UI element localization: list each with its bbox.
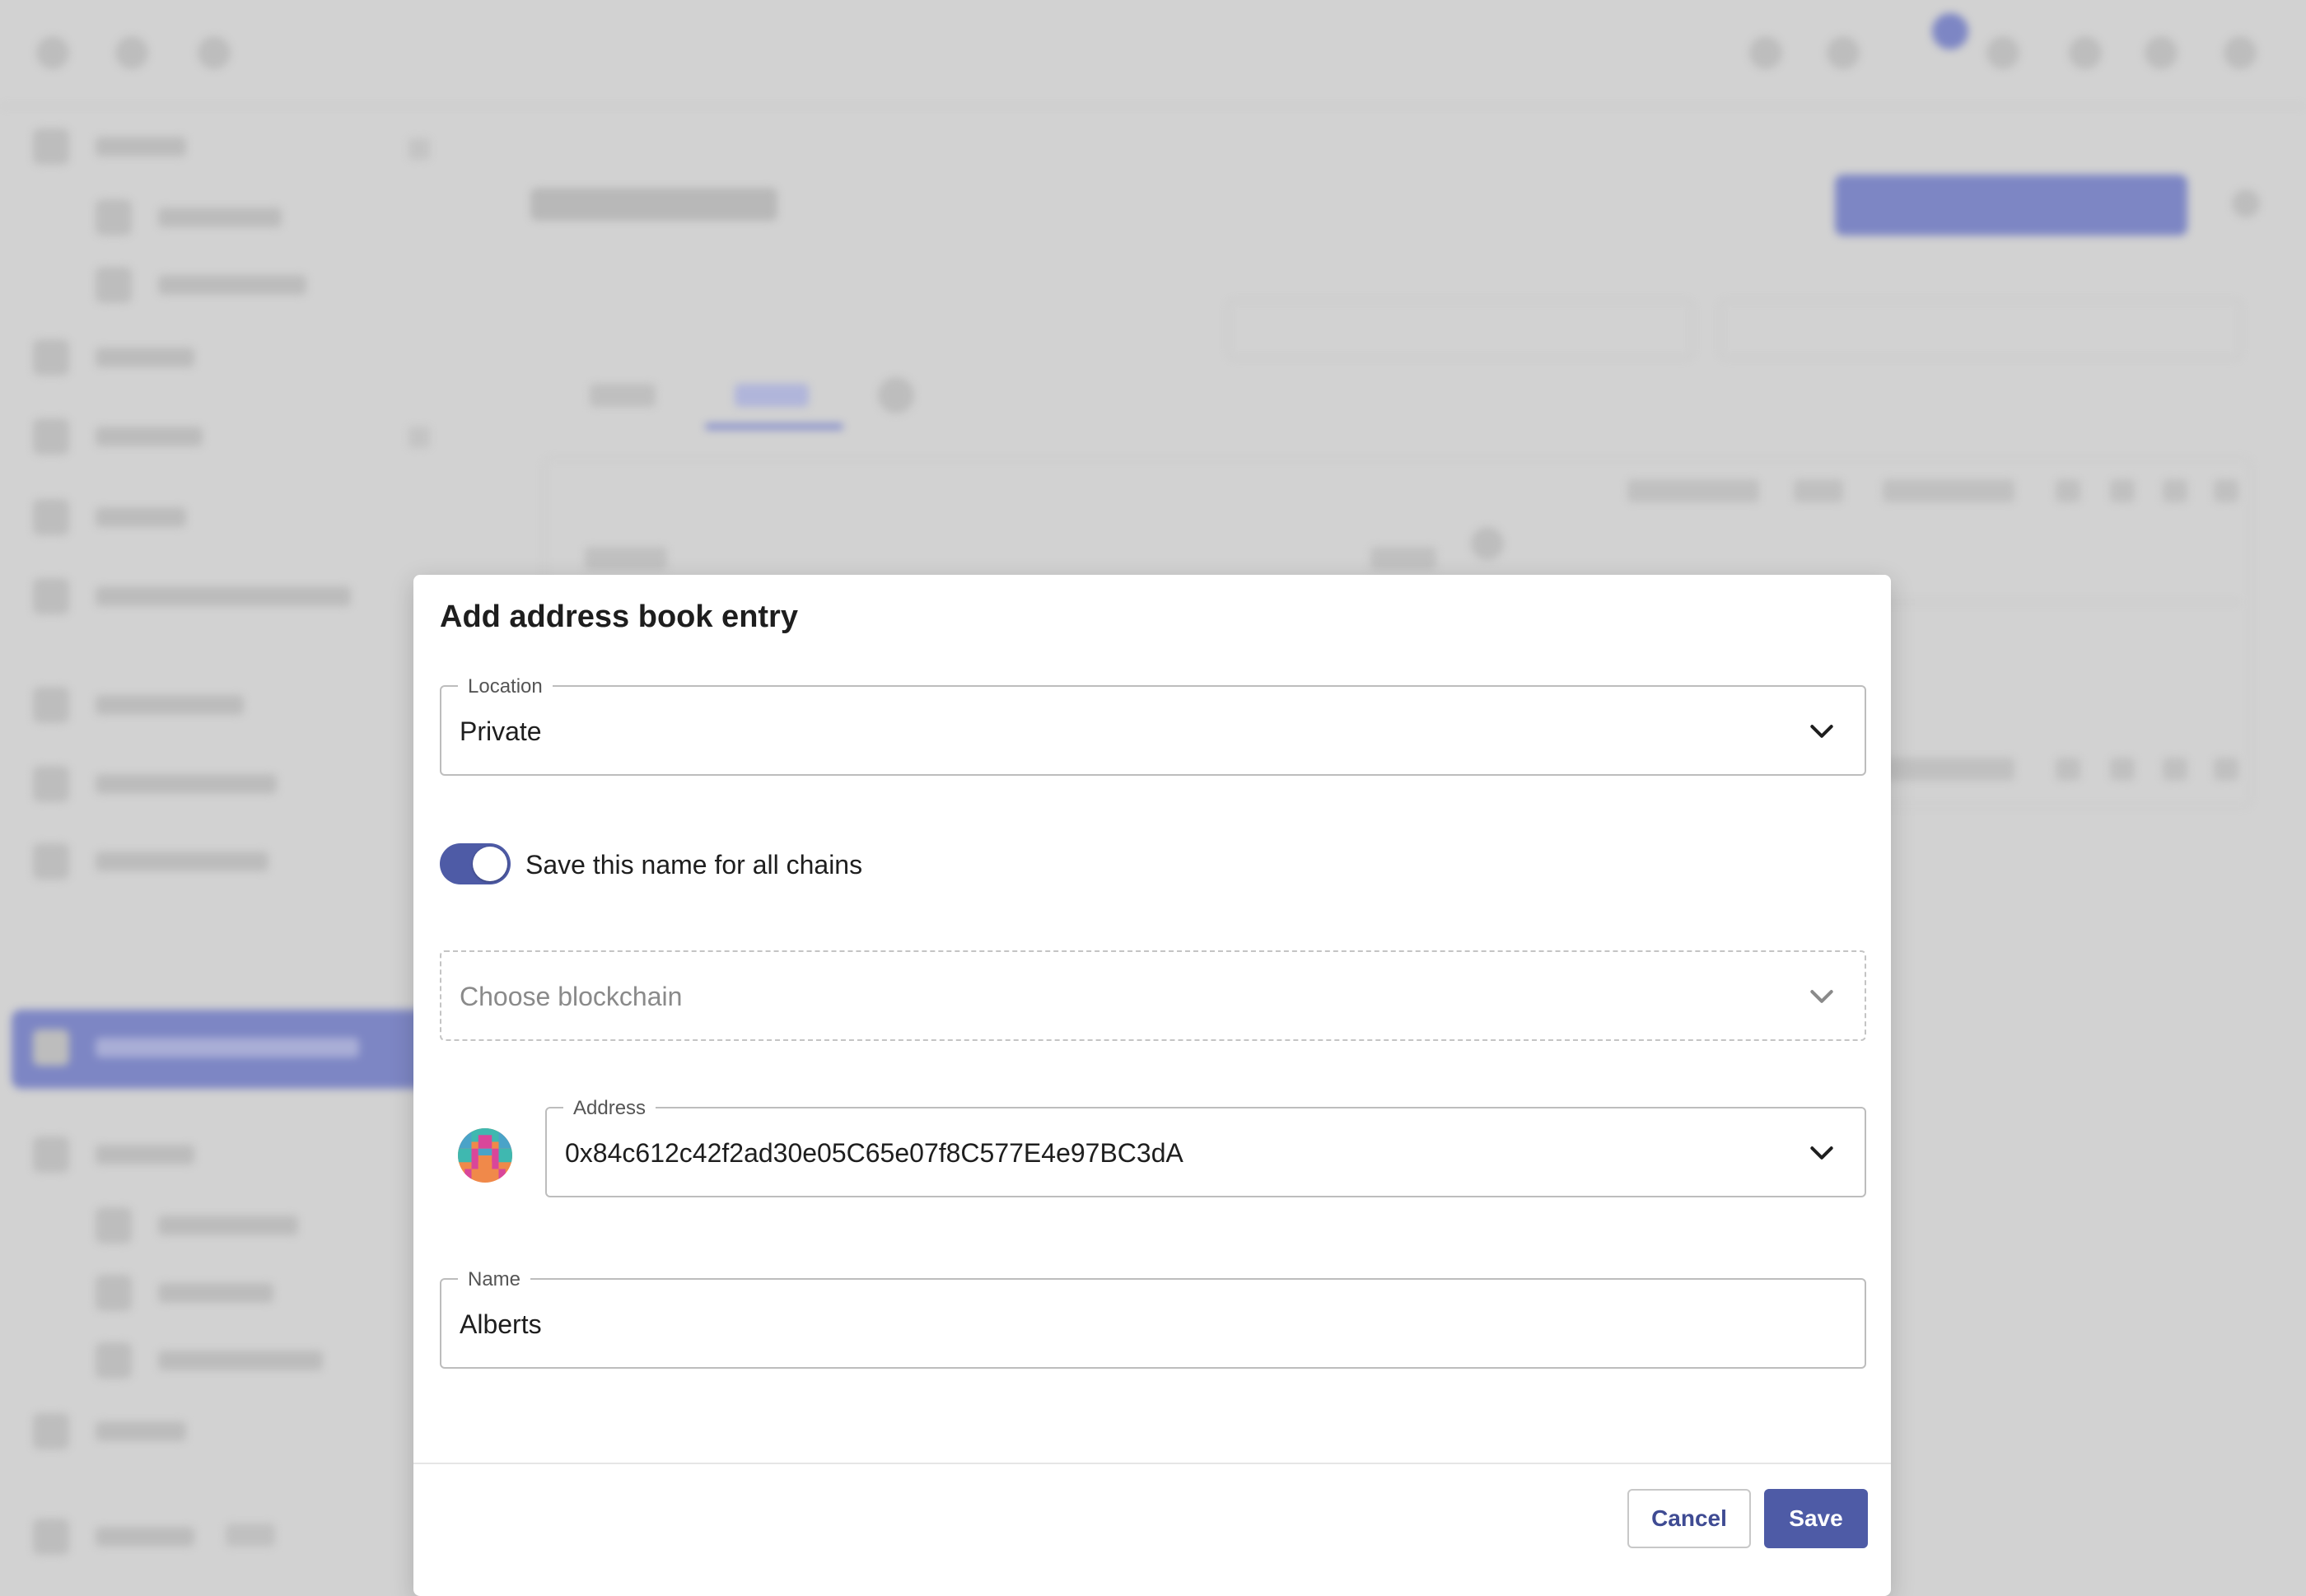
help-icon (1471, 527, 1504, 560)
address-value: 0x84c612c42f2ad30e05C65e07f8C577E4e97BC3… (565, 1138, 1183, 1168)
toolbar-item (2214, 479, 2238, 502)
toggle-knob (473, 847, 507, 881)
cancel-button[interactable]: Cancel (1627, 1489, 1751, 1548)
primary-action-placeholder (1835, 175, 2187, 236)
pagination (2110, 758, 2135, 781)
top-bar (0, 0, 2306, 107)
add-address-book-entry-dialog: Add address book entry Location Private … (413, 575, 1891, 1596)
app-icon (1749, 36, 1782, 69)
name-field[interactable]: Name Alberts (440, 1268, 1866, 1369)
notification-badge (1932, 13, 1968, 49)
account-icon (2224, 36, 2257, 69)
toolbar-item (1627, 479, 1759, 502)
column-header (585, 547, 667, 570)
tab-indicator (705, 423, 843, 430)
pagination (1883, 758, 2014, 781)
location-label: Location (458, 675, 553, 698)
blockchain-placeholder: Choose blockchain (460, 982, 683, 1011)
toolbar-item (2110, 479, 2135, 502)
filter-field (1720, 300, 2242, 359)
blockchain-select[interactable]: Choose blockchain (440, 950, 1866, 1041)
more-icon (2232, 189, 2260, 217)
blockie-avatar-icon (458, 1128, 512, 1183)
chevron-down-icon (1810, 990, 1833, 1003)
chevron-icon (408, 427, 430, 448)
pagination (2214, 758, 2238, 781)
save-for-all-chains-toggle[interactable] (440, 843, 511, 884)
name-label: Name (458, 1268, 531, 1291)
pagination (2056, 758, 2080, 781)
address-select[interactable]: Address 0x84c612c42f2ad30e05C65e07f8C577… (545, 1097, 1866, 1197)
save-button[interactable]: Save (1764, 1489, 1868, 1548)
menu-icon (36, 36, 69, 69)
home-icon (115, 36, 148, 69)
pagination (2163, 758, 2187, 781)
chevron-down-icon (1810, 725, 1833, 738)
notification-icon (1986, 36, 2019, 69)
settings-icon (2145, 36, 2178, 69)
toolbar-item (1794, 479, 1843, 502)
version-label (226, 1524, 275, 1547)
search-icon (1827, 36, 1860, 69)
address-label: Address (563, 1097, 656, 1120)
chevron-icon (408, 138, 430, 160)
chevron-down-icon (1810, 1146, 1833, 1160)
refresh-icon (198, 36, 231, 69)
tab (590, 384, 656, 407)
location-value: Private (460, 716, 542, 746)
toolbar-item (1883, 479, 2014, 502)
zoom-icon (2069, 36, 2102, 69)
toolbar-item (2056, 479, 2080, 502)
sidebar (0, 107, 440, 1576)
dialog-footer-divider (413, 1463, 1891, 1464)
tab-icon (878, 377, 914, 413)
toolbar-item (2163, 479, 2187, 502)
tab-active (735, 384, 809, 407)
name-value: Alberts (460, 1309, 542, 1339)
address-avatar (458, 1128, 512, 1183)
page-title-placeholder (530, 188, 777, 221)
location-select[interactable]: Location Private (440, 675, 1866, 776)
filter-field (1227, 300, 1693, 359)
column-header (1370, 547, 1436, 570)
save-for-all-chains-label: Save this name for all chains (525, 850, 863, 880)
dialog-title: Add address book entry (440, 600, 798, 634)
